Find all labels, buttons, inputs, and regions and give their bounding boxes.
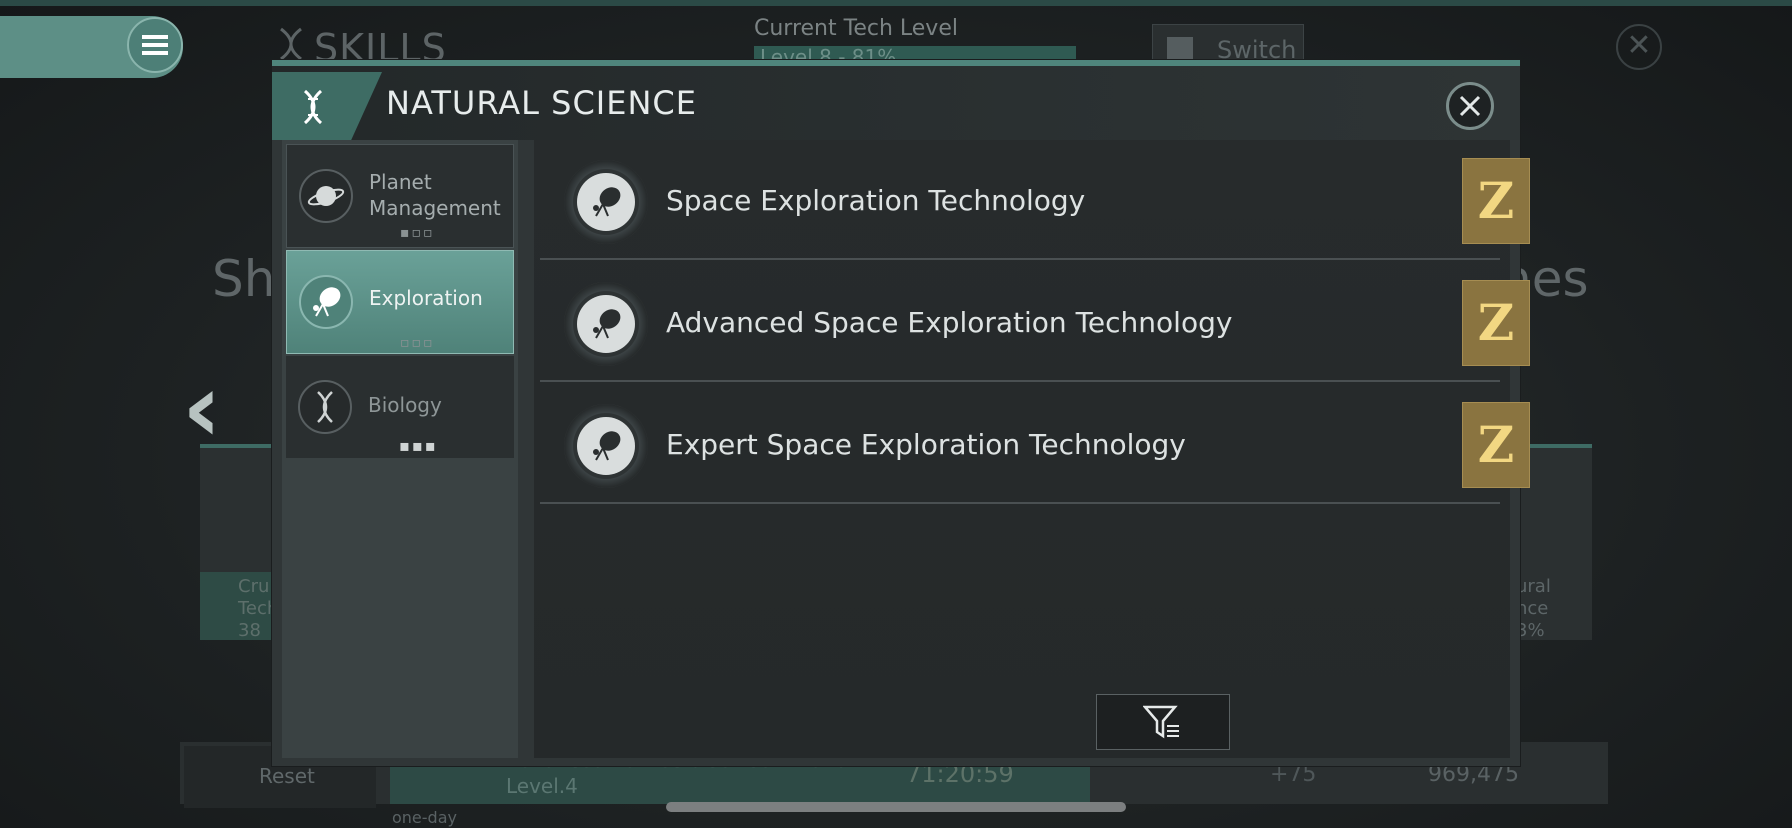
- tech-list: Space Exploration Technology Z Advanced …: [534, 140, 1530, 758]
- tech-row-advanced-space-exploration[interactable]: Advanced Space Exploration Technology Z: [540, 262, 1530, 382]
- tech-row-expert-space-exploration[interactable]: Expert Space Exploration Technology Z: [540, 384, 1530, 504]
- background-close-icon[interactable]: ✕: [1616, 24, 1662, 70]
- tech-name: Space Exploration Technology: [666, 184, 1086, 217]
- satellite-dish-icon: [564, 282, 648, 366]
- command-level: Level.4: [506, 774, 578, 798]
- more-dots: ▪▪▪: [399, 436, 438, 455]
- sidebar-item-exploration[interactable]: Exploration ▫▫▫: [286, 250, 514, 354]
- tech-badge[interactable]: Z: [1462, 280, 1530, 366]
- close-icon: [1459, 95, 1481, 117]
- progress-dots: ▪▫▫: [400, 225, 435, 241]
- planet-icon: [299, 169, 353, 223]
- satellite-dish-icon: [564, 160, 648, 244]
- background-card-left: Crui Techn 38: [200, 444, 290, 641]
- menu-icon: [142, 35, 168, 55]
- home-indicator[interactable]: [666, 802, 1126, 812]
- one-day-label: one-day: [392, 808, 457, 827]
- background-heading-left: Sh: [212, 250, 276, 308]
- sidebar-item-biology[interactable]: Biology ▪▪▪: [286, 356, 514, 458]
- tech-name: Advanced Space Exploration Technology: [666, 306, 1233, 339]
- panel-header: NATURAL SCIENCE: [272, 66, 1520, 140]
- sidebar-item-label: Exploration: [369, 286, 483, 310]
- satellite-dish-icon: [299, 275, 353, 329]
- progress-dots: ▫▫▫: [400, 335, 435, 351]
- panel-title: NATURAL SCIENCE: [386, 84, 697, 122]
- top-line: [0, 0, 1792, 6]
- tech-badge[interactable]: Z: [1462, 402, 1530, 488]
- tech-name: Expert Space Exploration Technology: [666, 428, 1186, 461]
- menu-button[interactable]: [127, 17, 183, 73]
- dna-icon: [303, 89, 323, 125]
- filter-icon: [1143, 705, 1179, 739]
- satellite-dish-icon: [564, 404, 648, 488]
- dna-icon: [298, 380, 352, 434]
- filter-button[interactable]: [1096, 694, 1230, 750]
- tech-row-space-exploration[interactable]: Space Exploration Technology Z: [540, 140, 1530, 260]
- tech-badge[interactable]: Z: [1462, 158, 1530, 244]
- sidebar-item-label: Planet Management: [369, 170, 501, 220]
- sidebar-item-label: Biology: [368, 393, 442, 417]
- category-sidebar: Planet Management ▪▫▫ Exploration ▫▫▫ Bi…: [282, 140, 518, 758]
- close-button[interactable]: [1446, 82, 1494, 130]
- header-icon-box: [272, 72, 382, 140]
- natural-science-dialog: NATURAL SCIENCE Planet Management ▪▫▫ Ex…: [272, 60, 1530, 766]
- current-tech-level-label: Current Tech Level: [754, 16, 958, 41]
- sidebar-item-planet-management[interactable]: Planet Management ▪▫▫: [286, 144, 514, 248]
- chevron-left-icon[interactable]: ‹: [182, 360, 222, 456]
